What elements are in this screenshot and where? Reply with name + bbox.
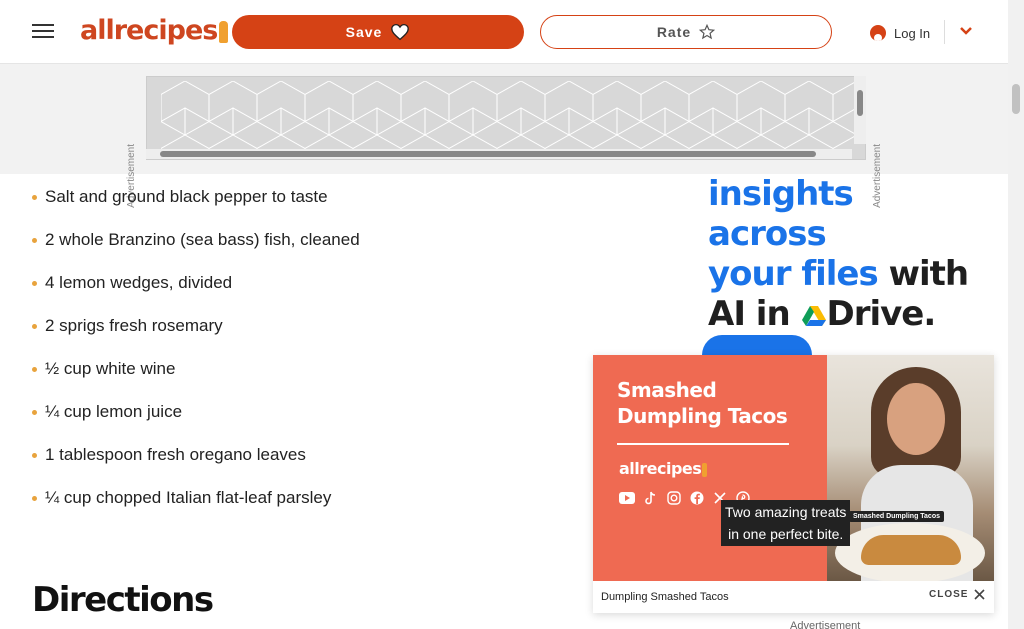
directions-heading: Directions — [32, 580, 214, 620]
rate-button[interactable]: Rate — [540, 15, 832, 49]
ad-label-right: Advertisement — [872, 144, 883, 208]
video-footer: Dumpling Smashed Tacos CLOSE — [593, 581, 994, 613]
heart-icon — [391, 23, 410, 41]
side-ad-text: insights across your files with AI in Dr… — [708, 174, 978, 334]
login-label: Log In — [894, 25, 931, 41]
rate-label: Rate — [656, 24, 692, 40]
tiktok-icon[interactable] — [644, 491, 658, 505]
floating-video-player[interactable]: Smashed Dumpling Tacos allrecipes Smashe… — [593, 355, 994, 613]
ingredients-list: Salt and ground black pepper to taste 2 … — [30, 184, 360, 528]
ad-hscroll-thumb[interactable] — [160, 151, 816, 157]
youtube-icon[interactable] — [619, 491, 635, 505]
top-header: allrecipes Save Rate Log In — [0, 0, 1008, 64]
save-button[interactable]: Save — [232, 15, 524, 49]
ingredient-item: ¼ cup chopped Italian flat-leaf parsley — [30, 485, 360, 528]
side-ad-line1: insights across — [708, 174, 854, 254]
photo-tag: Smashed Dumpling Tacos — [849, 511, 944, 522]
logo-text: allrecipes — [80, 15, 218, 46]
ad-horizontal-scrollbar[interactable] — [146, 149, 852, 159]
side-ad-line3-b: Drive. — [826, 294, 937, 334]
video-caption-line1: Two amazing treats — [725, 504, 847, 520]
chevron-down-icon[interactable] — [958, 22, 974, 38]
instagram-icon[interactable] — [667, 491, 681, 505]
ingredient-item: Salt and ground black pepper to taste — [30, 184, 360, 227]
video-name: Dumpling Smashed Tacos — [601, 591, 729, 603]
ad-pattern-graphic — [161, 81, 855, 149]
side-ad-line2-blue: your files — [708, 254, 879, 294]
video-allrecipes-logo: allrecipes — [619, 459, 708, 478]
video-caption-line2: in one perfect bite. — [728, 526, 844, 542]
side-ad-line2-dark: with — [877, 254, 970, 294]
top-ad-frame[interactable] — [146, 76, 866, 160]
page-scrollbar[interactable] — [1008, 0, 1024, 629]
video-title: Smashed Dumpling Tacos — [617, 377, 788, 429]
ingredient-item: ½ cup white wine — [30, 356, 360, 399]
chef-hat-icon — [702, 462, 708, 477]
save-label: Save — [345, 24, 383, 40]
photo-taco — [861, 535, 961, 565]
video-divider — [617, 443, 789, 445]
video-logo-text: allrecipes — [619, 459, 702, 478]
ad-below-label: Advertisement — [790, 620, 861, 629]
chef-hat-icon — [219, 20, 229, 43]
hamburger-icon[interactable] — [32, 20, 54, 40]
header-divider — [944, 20, 945, 44]
video-title-line2: Dumpling Tacos — [617, 404, 788, 428]
ingredient-item: 4 lemon wedges, divided — [30, 270, 360, 313]
page-scroll-thumb[interactable] — [1012, 84, 1020, 114]
allrecipes-logo[interactable]: allrecipes — [80, 14, 229, 48]
video-caption: Two amazing treats in one perfect bite. — [721, 500, 851, 546]
user-icon — [870, 25, 886, 41]
photo-person-face — [887, 383, 945, 455]
ad-vertical-scrollbar[interactable] — [854, 76, 866, 144]
facebook-icon[interactable] — [690, 491, 704, 505]
ingredient-item: 2 sprigs fresh rosemary — [30, 313, 360, 356]
video-thumbnail-photo[interactable]: Smashed Dumpling Tacos — [827, 355, 994, 581]
login-link[interactable]: Log In — [870, 22, 930, 44]
star-icon — [699, 24, 716, 40]
side-ad-line3-a: AI in — [708, 294, 801, 334]
ingredient-item: ¼ cup lemon juice — [30, 399, 360, 442]
close-label: CLOSE — [929, 589, 969, 600]
ingredient-item: 1 tablespoon fresh oregano leaves — [30, 442, 360, 485]
ingredient-item: 2 whole Branzino (sea bass) fish, cleane… — [30, 227, 360, 270]
video-title-line1: Smashed — [617, 378, 717, 402]
google-drive-icon — [801, 305, 826, 326]
close-icon — [974, 589, 986, 600]
video-close-button[interactable]: CLOSE — [929, 589, 986, 600]
video-title-panel[interactable]: Smashed Dumpling Tacos allrecipes — [593, 355, 827, 581]
ad-vscroll-thumb[interactable] — [857, 90, 863, 116]
